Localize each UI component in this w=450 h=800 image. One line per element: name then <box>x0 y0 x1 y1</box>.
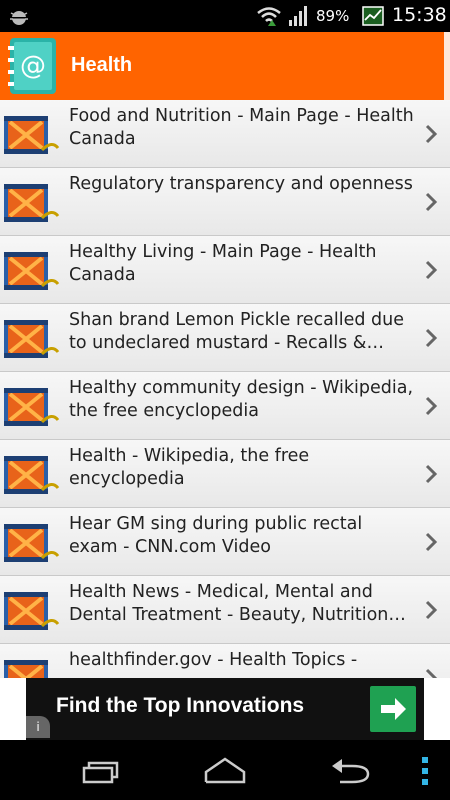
article-list: Food and Nutrition - Main Page - Health … <box>0 100 450 678</box>
signal-strength-icon <box>289 6 307 26</box>
list-item-title: Shan brand Lemon Pickle recalled due to … <box>69 310 405 353</box>
video-film-icon <box>4 660 48 678</box>
status-bar: 89% 15:38 <box>0 0 450 32</box>
recent-apps-icon[interactable] <box>80 760 120 784</box>
list-item-title: Hear GM sing during public rectal exam -… <box>69 514 363 557</box>
list-item[interactable]: Regulatory transparency and openness <box>0 168 450 236</box>
video-film-icon <box>4 116 60 154</box>
video-film-icon <box>4 184 60 222</box>
list-item-title: Healthy community design - Wikipedia, th… <box>69 378 414 421</box>
overflow-menu-icon[interactable] <box>420 756 430 786</box>
back-icon[interactable] <box>330 756 372 784</box>
list-item-title: Healthy Living - Main Page - Health Cana… <box>69 242 377 285</box>
ad-go-button[interactable] <box>370 686 416 732</box>
address-book-app-icon[interactable]: @ <box>6 36 60 96</box>
list-item-title: Regulatory transparency and openness <box>69 174 413 194</box>
list-item[interactable]: Health News - Medical, Mental and Dental… <box>0 576 450 644</box>
list-item[interactable]: Healthy Living - Main Page - Health Cana… <box>0 236 450 304</box>
ad-box[interactable]: Find the Top Innovations <box>26 678 424 740</box>
list-item[interactable]: Health - Wikipedia, the free encyclopedi… <box>0 440 450 508</box>
ad-banner[interactable]: Find the Top Innovations i <box>0 678 450 740</box>
list-item-title: Health News - Medical, Mental and Dental… <box>69 582 389 625</box>
video-film-icon <box>4 388 60 426</box>
debug-bug-icon <box>10 11 28 25</box>
list-item-title: healthfinder.gov - Health Topics - <box>69 650 358 670</box>
action-bar-edge <box>444 32 450 100</box>
clock: 15:38 <box>392 4 447 26</box>
chevron-right-icon <box>425 532 438 552</box>
home-icon[interactable] <box>202 756 248 784</box>
video-film-icon <box>4 252 60 290</box>
activity-chart-icon <box>362 6 384 26</box>
video-film-icon <box>4 592 60 630</box>
ad-info-icon[interactable]: i <box>26 716 50 738</box>
chevron-right-icon <box>425 600 438 620</box>
page-title: Health <box>71 54 133 76</box>
svg-text:@: @ <box>20 51 46 81</box>
chevron-right-icon <box>425 328 438 348</box>
video-film-icon <box>4 456 60 494</box>
arrow-right-icon <box>381 698 406 720</box>
chevron-right-icon <box>425 260 438 280</box>
video-film-icon <box>4 524 60 562</box>
chevron-right-icon <box>425 464 438 484</box>
list-item[interactable]: Food and Nutrition - Main Page - Health … <box>0 100 450 168</box>
wifi-icon <box>257 7 281 26</box>
chevron-right-icon <box>425 124 438 144</box>
action-bar: @ Health <box>0 32 450 100</box>
chevron-right-icon <box>425 668 438 678</box>
list-item-title: Food and Nutrition - Main Page - Health … <box>69 106 414 149</box>
navigation-bar <box>0 740 450 800</box>
list-item[interactable]: Healthy community design - Wikipedia, th… <box>0 372 450 440</box>
list-item-title: Health - Wikipedia, the free encyclopedi… <box>69 446 310 489</box>
chevron-right-icon <box>425 192 438 212</box>
list-item[interactable]: healthfinder.gov - Health Topics - <box>0 644 450 678</box>
ad-text: Find the Top Innovations <box>56 694 305 717</box>
list-item[interactable]: Hear GM sing during public rectal exam -… <box>0 508 450 576</box>
battery-percent: 89% <box>316 7 350 25</box>
video-film-icon <box>4 320 60 358</box>
chevron-right-icon <box>425 396 438 416</box>
list-item[interactable]: Shan brand Lemon Pickle recalled due to … <box>0 304 450 372</box>
